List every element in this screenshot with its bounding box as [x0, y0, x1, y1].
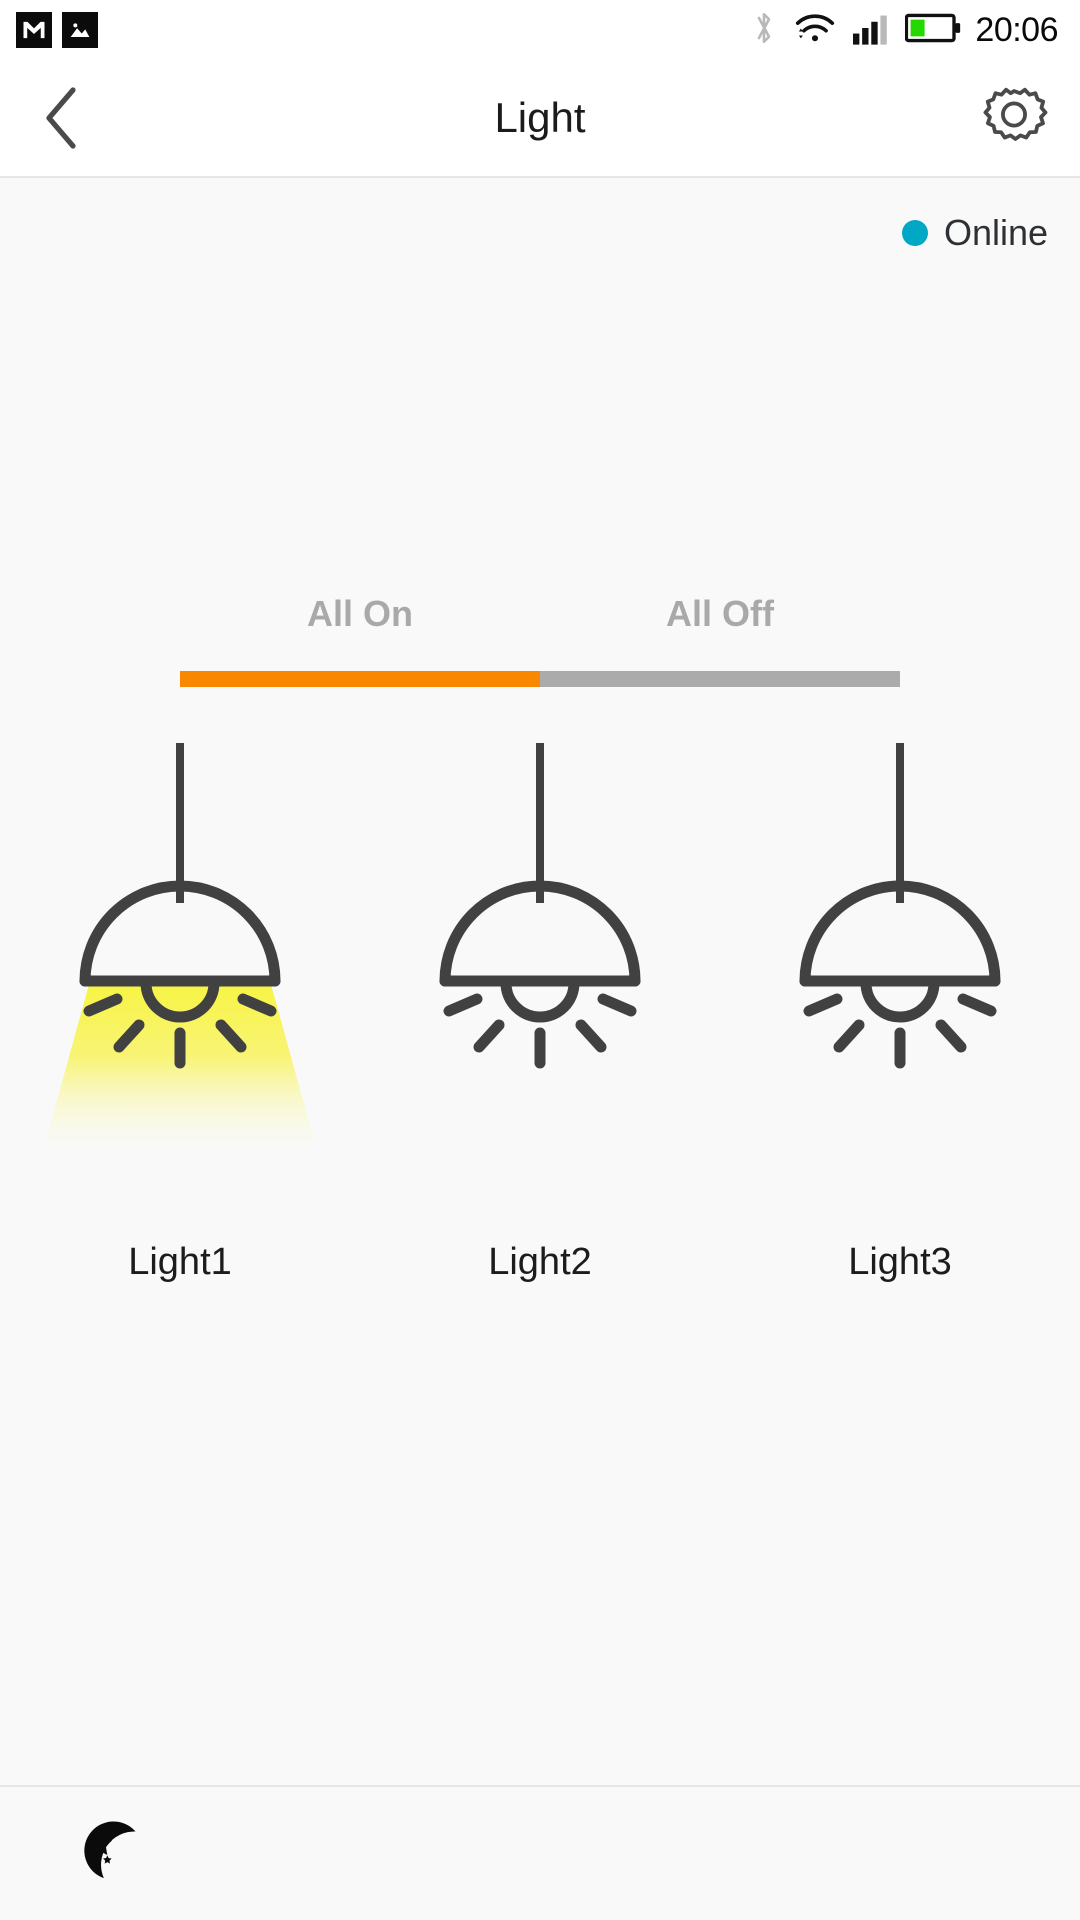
app-bar: Light: [0, 60, 1080, 178]
page-title: Light: [494, 94, 586, 141]
battery-icon: [905, 12, 961, 49]
content-area: Online All On All Off Light1 Light2 Ligh…: [0, 178, 1080, 1920]
lights-grid: Light1 Light2 Light3: [0, 733, 1080, 1284]
gear-icon[interactable]: [972, 76, 1056, 160]
phone-screen: 20:06 Light Online All On All Off Light1…: [0, 0, 1080, 1920]
status-badge: Online: [943, 212, 1048, 253]
tab-indicator-all-on: [180, 671, 540, 687]
light-item-2[interactable]: Light2: [360, 733, 720, 1284]
tab-indicator-track: [180, 671, 900, 687]
pendant-lamp-icon: [439, 743, 641, 1069]
lamp-graphic-3[interactable]: [755, 733, 1045, 1153]
bluetooth-icon: [749, 8, 779, 53]
tab-all-on[interactable]: All On: [180, 593, 540, 671]
cellular-signal-icon: [851, 10, 891, 51]
status-bar-indicators: 20:06: [749, 8, 1058, 53]
lamp-graphic-2[interactable]: [395, 733, 685, 1153]
light-label-1: Light1: [128, 1241, 232, 1283]
back-chevron-icon[interactable]: [22, 78, 102, 158]
bottom-toolbar: [0, 1785, 1080, 1920]
moon-stars-icon[interactable]: [70, 1811, 156, 1897]
status-bar-notifications: [16, 12, 98, 48]
tab-indicator-all-off: [540, 671, 900, 687]
status-dot: [901, 220, 928, 246]
light-item-3[interactable]: Light3: [720, 733, 1080, 1284]
photos-icon: [62, 12, 98, 48]
light-label-2: Light2: [488, 1241, 592, 1283]
device-status: Online: [0, 178, 1080, 288]
gmail-icon: [16, 12, 52, 48]
status-bar-clock: 20:06: [975, 10, 1058, 49]
pendant-lamp-icon: [43, 743, 317, 1151]
pendant-lamp-icon: [799, 743, 1001, 1069]
light-label-3: Light3: [848, 1241, 952, 1283]
all-on-off-tabs: All On All Off: [0, 593, 1080, 687]
status-bar: 20:06: [0, 0, 1080, 60]
light-item-1[interactable]: Light1: [0, 733, 360, 1284]
lamp-graphic-1[interactable]: [35, 733, 325, 1153]
tab-labels: All On All Off: [180, 593, 900, 671]
tab-all-off[interactable]: All Off: [540, 593, 900, 671]
wifi-icon: [793, 10, 837, 51]
